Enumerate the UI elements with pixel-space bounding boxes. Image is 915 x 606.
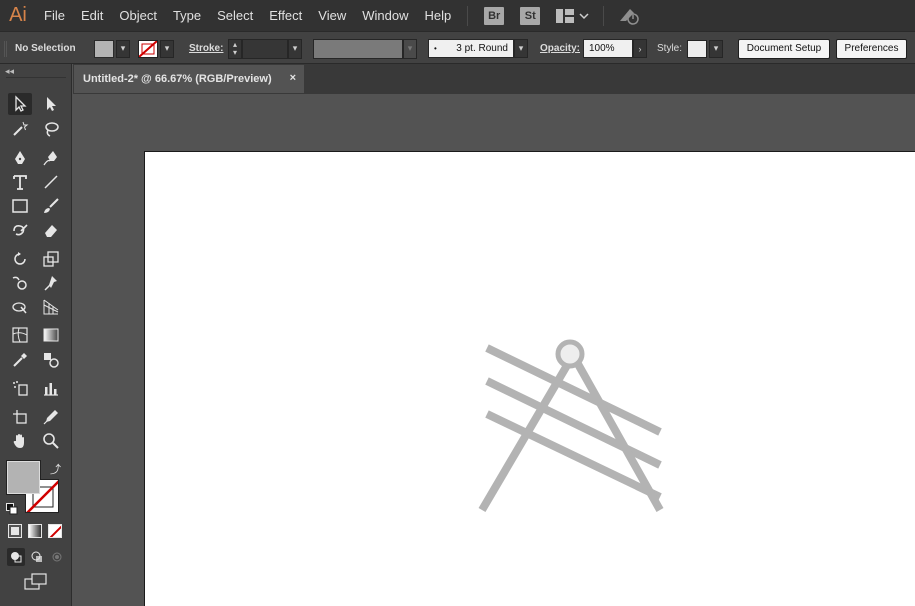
artwork[interactable] <box>145 152 915 606</box>
stroke-color-control[interactable]: ▾ <box>138 32 174 65</box>
menu-select[interactable]: Select <box>209 0 261 31</box>
collapse-panel-icon[interactable]: ◂◂ <box>5 66 14 77</box>
artwork-pivot-circle[interactable] <box>555 339 585 369</box>
eraser-tool-icon[interactable] <box>39 219 63 241</box>
menu-separator <box>467 5 469 26</box>
draw-normal-icon[interactable] <box>7 548 25 566</box>
slice-tool-icon[interactable] <box>39 406 63 428</box>
shape-builder-tool-icon[interactable] <box>8 296 32 318</box>
document-tab-title: Untitled-2* @ 66.67% (RGB/Preview) <box>83 73 272 85</box>
stroke-weight-stepper-icon[interactable]: ▴ ▾ <box>228 38 242 59</box>
shaper-tool-icon[interactable] <box>8 219 32 241</box>
curvature-tool-icon[interactable] <box>39 147 63 169</box>
menu-edit[interactable]: Edit <box>73 0 111 31</box>
fill-color-swatch-front[interactable] <box>7 461 40 494</box>
brush-dropdown-icon[interactable]: ▾ <box>514 39 528 58</box>
menu-view[interactable]: View <box>310 0 354 31</box>
free-transform-tool-icon[interactable] <box>39 272 63 294</box>
magic-wand-tool-icon[interactable] <box>8 118 32 140</box>
pen-tool-icon[interactable] <box>8 147 32 169</box>
app-logo: Ai <box>9 4 27 26</box>
fill-color-control[interactable]: ▾ <box>94 32 130 65</box>
stroke-weight-input[interactable] <box>242 38 288 59</box>
bridge-button[interactable]: Br <box>484 6 505 25</box>
column-graph-tool-icon[interactable] <box>39 377 63 399</box>
menu-separator <box>603 5 605 26</box>
workspace-switcher-icon[interactable] <box>556 8 589 23</box>
opacity-arrow-icon[interactable]: › <box>633 39 647 58</box>
menu-object[interactable]: Object <box>111 0 165 31</box>
tools-panel-divider <box>6 77 66 78</box>
opacity-control[interactable]: 100% › <box>583 32 647 65</box>
stroke-weight-dropdown-icon[interactable]: ▾ <box>288 38 302 59</box>
brush-definition-control[interactable]: • 3 pt. Round ▾ <box>428 32 528 65</box>
type-tool-icon[interactable] <box>8 171 32 193</box>
scale-tool-icon[interactable] <box>39 248 63 270</box>
close-tab-icon[interactable]: × <box>290 72 296 84</box>
fill-dropdown-icon[interactable]: ▾ <box>116 39 130 58</box>
variable-width-dropdown-icon[interactable]: ▾ <box>403 38 417 59</box>
stock-button[interactable]: St <box>520 6 541 25</box>
preferences-button[interactable]: Preferences <box>836 38 907 59</box>
perspective-grid-tool-icon[interactable] <box>39 296 63 318</box>
warp-tool-icon[interactable] <box>8 272 32 294</box>
swap-fill-stroke-icon[interactable]: ⤴ <box>50 461 61 477</box>
draw-behind-icon[interactable] <box>28 548 46 566</box>
brush-dot-icon: • <box>434 44 437 53</box>
color-mode-button-icon[interactable] <box>8 524 22 538</box>
menu-effect[interactable]: Effect <box>261 0 310 31</box>
stroke-label[interactable]: Stroke: <box>189 32 223 65</box>
canvas-area[interactable] <box>73 94 915 606</box>
symbol-sprayer-tool-icon[interactable] <box>8 377 32 399</box>
change-screen-mode-icon[interactable] <box>24 573 48 596</box>
rectangle-tool-icon[interactable] <box>8 195 32 217</box>
graphic-style-control[interactable]: ▾ <box>687 32 723 65</box>
tools-panel: ◂◂ ⤴ <box>0 64 72 606</box>
graphic-style-swatch[interactable] <box>687 39 707 58</box>
menu-file[interactable]: File <box>36 0 73 31</box>
stroke-none-swatch[interactable] <box>138 39 158 58</box>
selection-tool-icon[interactable] <box>8 93 32 115</box>
brush-definition-label: 3 pt. Round <box>456 43 508 54</box>
draw-inside-icon[interactable] <box>48 548 66 566</box>
document-setup-button[interactable]: Document Setup <box>738 38 830 59</box>
graphic-style-dropdown-icon[interactable]: ▾ <box>709 39 723 58</box>
artboard-tool-icon[interactable] <box>8 406 32 428</box>
stroke-dropdown-icon[interactable]: ▾ <box>160 39 174 58</box>
brush-definition-field[interactable]: • 3 pt. Round <box>428 39 514 58</box>
gradient-tool-icon[interactable] <box>39 324 63 346</box>
artboard[interactable] <box>144 151 915 606</box>
none-mode-button-icon[interactable] <box>48 524 62 538</box>
artwork-leg-right[interactable] <box>574 362 664 512</box>
hand-tool-icon[interactable] <box>8 430 32 452</box>
menu-type[interactable]: Type <box>165 0 209 31</box>
style-label: Style: <box>657 43 683 54</box>
direct-selection-tool-icon[interactable] <box>39 93 63 115</box>
fill-swatch[interactable] <box>94 39 114 58</box>
stroke-weight-control[interactable]: ▴ ▾ ▾ <box>228 32 302 65</box>
line-segment-tool-icon[interactable] <box>39 171 63 193</box>
paintbrush-tool-icon[interactable] <box>39 195 63 217</box>
variable-width-profile-preview[interactable] <box>313 38 403 59</box>
menu-bar: Ai File Edit Object Type Select Effect V… <box>0 0 915 31</box>
gpu-performance-icon[interactable] <box>618 7 640 25</box>
control-bar: No Selection ▾ ▾ Stroke: ▴ ▾ ▾ ▾ • 3 pt. … <box>0 31 915 64</box>
menu-window[interactable]: Window <box>354 0 416 31</box>
lasso-tool-icon[interactable] <box>39 118 63 140</box>
variable-width-profile[interactable]: ▾ <box>313 32 417 65</box>
zoom-tool-icon[interactable] <box>39 430 63 452</box>
menu-help[interactable]: Help <box>416 0 459 31</box>
eyedropper-tool-icon[interactable] <box>8 349 32 371</box>
gradient-mode-button-icon[interactable] <box>28 524 42 538</box>
document-tab[interactable]: Untitled-2* @ 66.67% (RGB/Preview) × <box>74 65 304 93</box>
mesh-tool-icon[interactable] <box>8 324 32 346</box>
rotate-tool-icon[interactable] <box>8 248 32 270</box>
opacity-input[interactable]: 100% <box>583 39 633 58</box>
default-fill-stroke-icon[interactable] <box>6 502 18 520</box>
control-bar-grip <box>4 32 7 65</box>
selection-state-label: No Selection <box>15 43 76 54</box>
blend-tool-icon[interactable] <box>39 349 63 371</box>
opacity-label[interactable]: Opacity: <box>540 32 580 65</box>
